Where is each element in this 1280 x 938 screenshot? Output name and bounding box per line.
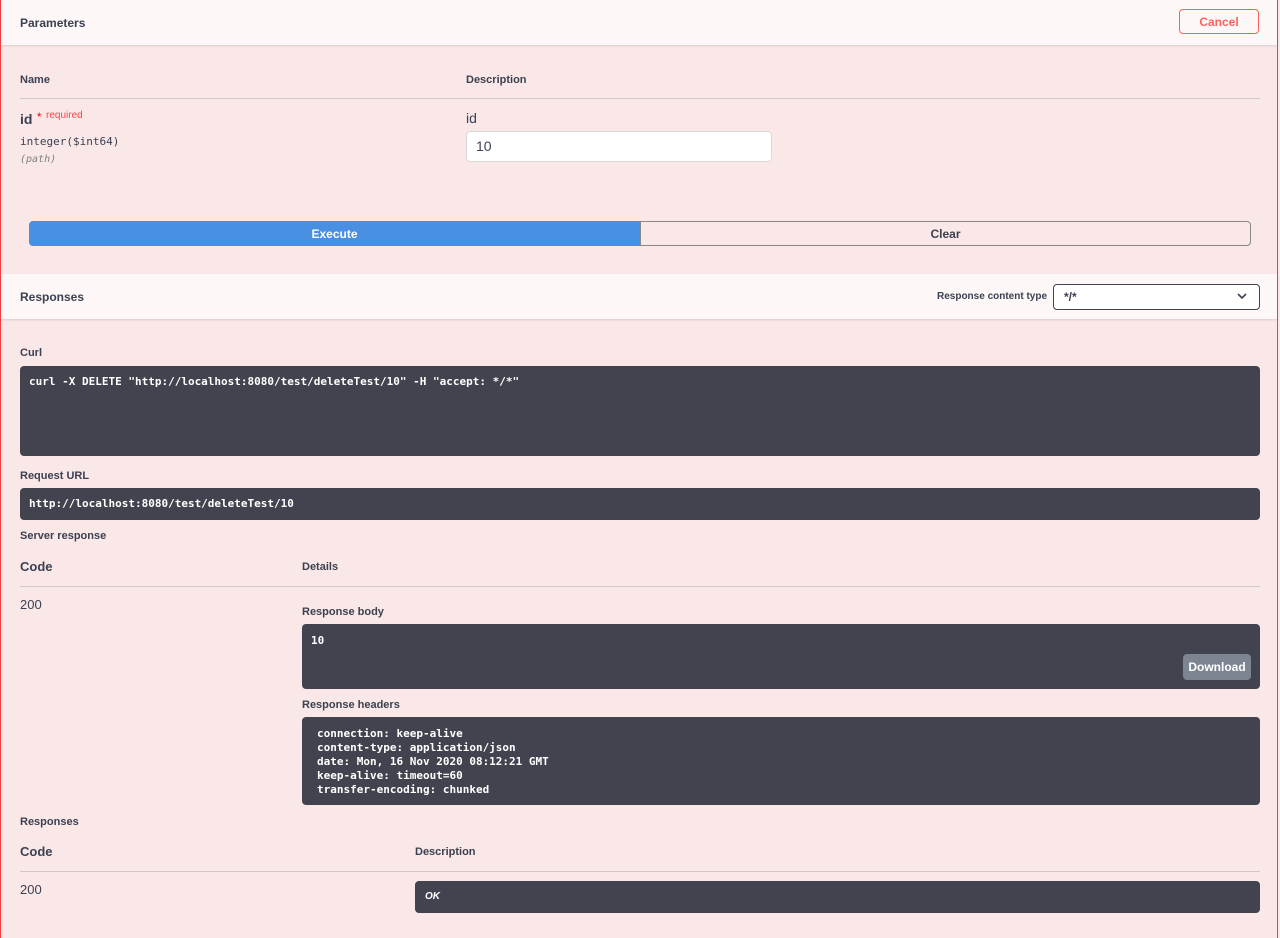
header-line: date: Mon, 16 Nov 2020 08:12:21 GMT bbox=[317, 755, 549, 768]
id-input[interactable]: 10 bbox=[466, 131, 772, 162]
param-location: (path) bbox=[20, 154, 57, 165]
curl-label: Curl bbox=[20, 347, 42, 359]
params-header-divider bbox=[20, 98, 1260, 99]
responses-description: OK bbox=[425, 891, 440, 902]
responses-description-block: OK bbox=[415, 881, 1260, 913]
server-details-header: Details bbox=[302, 561, 339, 573]
request-url-label: Request URL bbox=[20, 470, 90, 482]
param-name-cell: id * required bbox=[20, 110, 83, 129]
header-line: transfer-encoding: chunked bbox=[317, 783, 490, 796]
download-button[interactable]: Download bbox=[1183, 654, 1251, 680]
parameters-title: Parameters bbox=[20, 16, 86, 30]
request-url-block[interactable]: http://localhost:8080/test/deleteTest/10 bbox=[20, 488, 1260, 520]
server-response-code: 200 bbox=[20, 597, 42, 612]
chevron-down-icon bbox=[1237, 285, 1247, 309]
server-response-label: Server response bbox=[20, 530, 107, 542]
header-line: connection: keep-alive bbox=[317, 727, 463, 740]
required-label: required bbox=[46, 110, 83, 121]
param-type: integer($int64) bbox=[20, 135, 120, 148]
request-url-value: http://localhost:8080/test/deleteTest/10 bbox=[29, 497, 294, 510]
header-line: content-type: application/json bbox=[317, 741, 516, 754]
responses-label: Responses bbox=[20, 816, 79, 828]
response-headers-label: Response headers bbox=[302, 699, 400, 711]
col-description-header: Description bbox=[466, 74, 527, 86]
responses-divider bbox=[20, 871, 1260, 872]
parameters-header: Parameters bbox=[1, 0, 1277, 45]
header-line: keep-alive: timeout=60 bbox=[317, 769, 463, 782]
response-body-label: Response body bbox=[302, 606, 384, 618]
col-name-header: Name bbox=[20, 74, 50, 86]
param-description: id bbox=[466, 110, 477, 126]
server-response-divider bbox=[20, 586, 1260, 587]
cancel-button[interactable]: Cancel bbox=[1179, 9, 1259, 34]
required-star: * bbox=[36, 110, 42, 124]
param-name: id bbox=[20, 111, 33, 127]
execute-button[interactable]: Execute bbox=[29, 221, 640, 246]
responses-description-header: Description bbox=[415, 846, 476, 858]
clear-button[interactable]: Clear bbox=[640, 221, 1251, 246]
server-code-header: Code bbox=[20, 559, 53, 574]
response-headers-block[interactable]: connection: keep-alive content-type: app… bbox=[302, 717, 1260, 805]
responses-code: 200 bbox=[20, 882, 42, 897]
responses-code-header: Code bbox=[20, 844, 53, 859]
response-body-value: 10 bbox=[311, 634, 325, 647]
curl-code-block[interactable]: curl -X DELETE "http://localhost:8080/te… bbox=[20, 366, 1260, 456]
content-type-label: Response content type bbox=[937, 291, 1048, 302]
content-type-value: */* bbox=[1064, 290, 1077, 304]
curl-command: curl -X DELETE "http://localhost:8080/te… bbox=[29, 375, 520, 388]
response-content-type-select[interactable]: */* bbox=[1053, 284, 1260, 310]
response-body-block[interactable]: 10 bbox=[302, 624, 1260, 689]
responses-title: Responses bbox=[20, 290, 85, 304]
